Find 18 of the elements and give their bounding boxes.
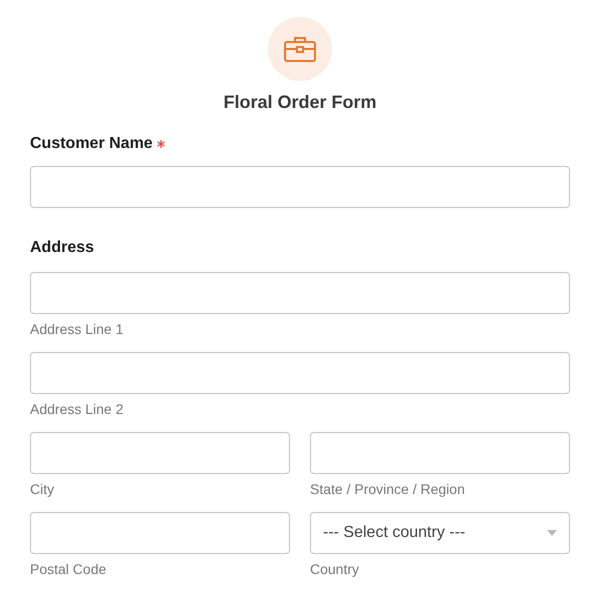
field-sublabel: City xyxy=(30,480,56,498)
text-field[interactable] xyxy=(30,512,290,554)
field-sublabel: Postal Code xyxy=(30,560,108,578)
field-sublabel: Address Line 1 xyxy=(30,320,124,338)
text-field[interactable] xyxy=(310,432,570,474)
field-sublabel: State / Province / Region xyxy=(310,480,466,498)
field-sublabel: Address Line 2 xyxy=(30,400,124,418)
text-field[interactable] xyxy=(30,166,570,208)
text-field[interactable] xyxy=(30,272,570,314)
form-title: Floral Order Form xyxy=(223,91,377,114)
text-field[interactable] xyxy=(30,432,290,474)
text-field[interactable] xyxy=(30,352,570,394)
country-dropdown[interactable]: --- Select country --- xyxy=(310,512,570,554)
caret-icon xyxy=(547,530,557,536)
field-label: Customer Name xyxy=(30,134,153,154)
briefcase-icon xyxy=(284,36,316,62)
field-sublabel: Country xyxy=(310,560,360,578)
section-heading: Address xyxy=(30,238,96,258)
